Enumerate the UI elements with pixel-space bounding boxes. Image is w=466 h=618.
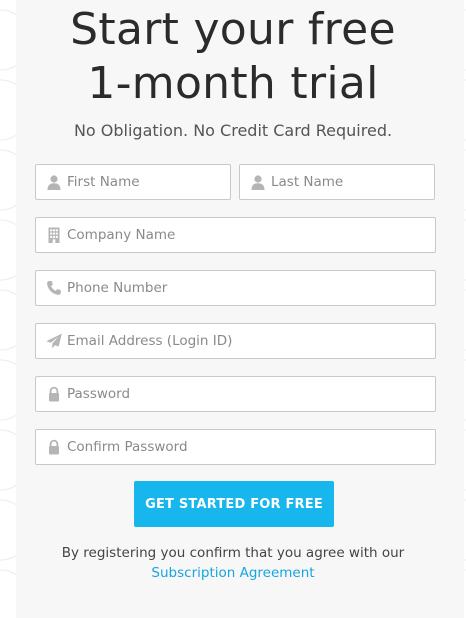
email-field[interactable] xyxy=(35,323,436,359)
confirm-password-field[interactable] xyxy=(35,429,436,465)
person-icon xyxy=(250,174,266,190)
phone-number-input[interactable] xyxy=(67,271,431,304)
legal-notice: By registering you confirm that you agre… xyxy=(0,543,466,583)
title-line-2: 1-month trial xyxy=(87,58,379,109)
legal-text: By registering you confirm that you agre… xyxy=(61,545,405,561)
person-icon xyxy=(46,174,62,190)
confirm-password-input[interactable] xyxy=(67,430,431,463)
lock-icon xyxy=(46,386,62,402)
building-icon xyxy=(46,227,62,243)
title-line-1: Start your free xyxy=(70,4,396,55)
company-name-input[interactable] xyxy=(67,218,431,251)
first-name-input[interactable] xyxy=(67,165,226,198)
paper-plane-icon xyxy=(46,333,62,349)
subscription-agreement-link[interactable]: Subscription Agreement xyxy=(151,565,314,581)
last-name-field[interactable] xyxy=(239,164,435,200)
password-input[interactable] xyxy=(67,377,431,410)
phone-icon xyxy=(46,280,62,296)
page-title: Start your free 1-month trial xyxy=(0,3,466,111)
first-name-field[interactable] xyxy=(35,164,231,200)
get-started-button[interactable]: GET STARTED FOR FREE xyxy=(134,481,334,527)
last-name-input[interactable] xyxy=(271,165,430,198)
company-name-field[interactable] xyxy=(35,217,436,253)
subtitle: No Obligation. No Credit Card Required. xyxy=(73,121,393,140)
email-input[interactable] xyxy=(67,324,431,357)
password-field[interactable] xyxy=(35,376,436,412)
lock-icon xyxy=(46,439,62,455)
phone-number-field[interactable] xyxy=(35,270,436,306)
